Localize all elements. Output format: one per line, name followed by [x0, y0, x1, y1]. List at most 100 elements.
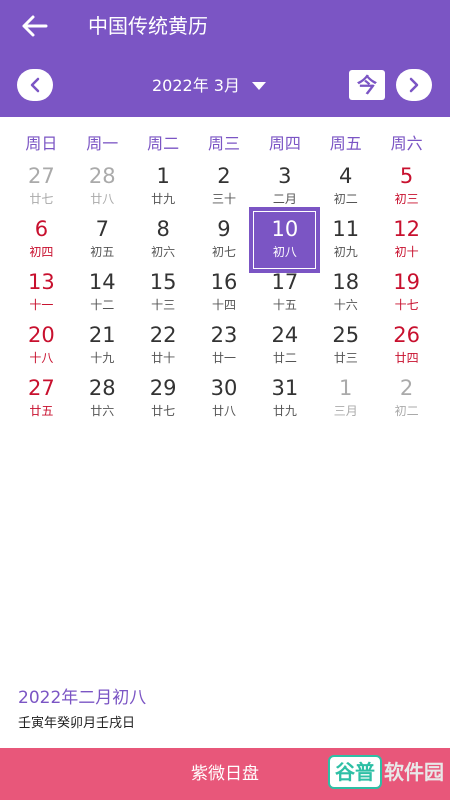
- calendar-day[interactable]: 1 三月: [315, 369, 376, 422]
- day-number: 28: [88, 164, 116, 188]
- calendar-day[interactable]: 7 初五: [72, 210, 133, 263]
- calendar-day[interactable]: 18 十六: [315, 263, 376, 316]
- weekday-header: 周日 周一 周二 周三 周四 周五 周六: [11, 132, 437, 156]
- calendar-day[interactable]: 16 十四: [194, 263, 255, 316]
- calendar-day[interactable]: 28 廿六: [72, 369, 133, 422]
- watermark-text: 软件园: [384, 760, 444, 784]
- calendar-day[interactable]: 17 十五: [254, 263, 315, 316]
- day-number: 26: [393, 323, 420, 347]
- page-title: 中国传统黄历: [88, 14, 208, 38]
- day-number: 23: [210, 323, 238, 347]
- day-number: 29: [149, 376, 177, 400]
- calendar-day[interactable]: 2 三十: [194, 157, 255, 210]
- calendar-day[interactable]: 25 廿三: [315, 316, 376, 369]
- calendar-day[interactable]: 15 十三: [133, 263, 194, 316]
- calendar-day[interactable]: 12 初十: [376, 210, 437, 263]
- day-number: 19: [393, 270, 420, 294]
- lunar-day-label: 廿二: [272, 351, 297, 365]
- calendar-day[interactable]: 4 初二: [315, 157, 376, 210]
- lunar-day-label: 廿七: [29, 192, 54, 206]
- lunar-day-label: 初十: [394, 245, 419, 259]
- calendar-day[interactable]: 31 廿九: [254, 369, 315, 422]
- lunar-day-label: 廿十: [151, 351, 176, 365]
- lunar-day-label: 初八: [272, 245, 297, 259]
- lunar-day-label: 十九: [90, 351, 115, 365]
- calendar-day[interactable]: 26 廿四: [376, 316, 437, 369]
- lunar-date-label: 2022年二月初八: [18, 688, 147, 708]
- calendar-day[interactable]: 8 初六: [133, 210, 194, 263]
- lunar-day-label: 三月: [333, 404, 358, 418]
- calendar-day[interactable]: 1 廿九: [133, 157, 194, 210]
- lunar-day-label: 廿八: [90, 192, 115, 206]
- day-number: 12: [393, 217, 420, 241]
- lunar-day-label: 初四: [29, 245, 54, 259]
- month-label: 2022年 3月: [152, 76, 240, 95]
- weekday-label: 周二: [147, 134, 180, 153]
- calendar-day[interactable]: 27 廿七: [11, 157, 72, 210]
- calendar-day[interactable]: 2 初二: [376, 369, 437, 422]
- app-header: 中国传统黄历 2022年 3月 今: [0, 0, 450, 117]
- calendar-day[interactable]: 29 廿七: [133, 369, 194, 422]
- lunar-day-label: 廿四: [394, 351, 419, 365]
- chevron-right-icon: [409, 77, 419, 93]
- calendar-day[interactable]: 5 初三: [376, 157, 437, 210]
- lunar-day-label: 初三: [394, 192, 419, 206]
- calendar-day[interactable]: 9 初七: [194, 210, 255, 263]
- back-button[interactable]: [18, 10, 50, 42]
- day-number: 5: [399, 164, 414, 188]
- day-number: 1: [156, 164, 170, 188]
- lunar-day-label: 十八: [29, 351, 54, 365]
- chevron-left-icon: [30, 77, 40, 93]
- calendar-day[interactable]: 27 廿五: [11, 369, 72, 422]
- calendar-day[interactable]: 24 廿二: [254, 316, 315, 369]
- weekday-label: 周日: [25, 134, 58, 153]
- day-number: 2: [399, 376, 414, 400]
- calendar-day[interactable]: 21 十九: [72, 316, 133, 369]
- next-month-button[interactable]: [396, 69, 432, 101]
- calendar-day[interactable]: 20 十八: [11, 316, 72, 369]
- calendar-day[interactable]: 13 十一: [11, 263, 72, 316]
- lunar-day-label: 初二: [394, 404, 419, 418]
- day-number: 13: [28, 270, 55, 294]
- lunar-day-label: 廿七: [151, 404, 176, 418]
- lunar-day-label: 廿三: [333, 351, 358, 365]
- calendar-day[interactable]: 6 初四: [11, 210, 72, 263]
- day-number: 20: [28, 323, 55, 347]
- day-number: 9: [217, 217, 231, 241]
- lunar-day-label: 廿六: [90, 404, 115, 418]
- calendar-day[interactable]: 22 廿十: [133, 316, 194, 369]
- day-number: 6: [34, 217, 49, 241]
- lunar-day-label: 廿一: [211, 351, 236, 365]
- lunar-day-label: 二月: [272, 192, 297, 206]
- today-button[interactable]: 今: [349, 70, 385, 100]
- prev-month-button[interactable]: [17, 69, 53, 101]
- lunar-day-label: 十二: [90, 298, 115, 312]
- day-number: 11: [332, 217, 360, 241]
- day-number: 3: [278, 164, 292, 188]
- weekday-label: 周五: [329, 134, 362, 153]
- day-number: 24: [271, 323, 299, 347]
- day-number: 1: [339, 376, 353, 400]
- month-selector[interactable]: 2022年 3月: [152, 74, 266, 98]
- calendar-day[interactable]: 30 廿八: [194, 369, 255, 422]
- watermark-box-text: 谷普: [328, 755, 382, 789]
- calendar-day-selected[interactable]: 10 初八: [251, 209, 319, 271]
- day-number: 2: [217, 164, 231, 188]
- day-number: 17: [271, 270, 299, 294]
- day-number: 8: [156, 217, 170, 241]
- calendar-day[interactable]: 19 十七: [376, 263, 437, 316]
- ziwei-daily-chart-button[interactable]: 紫微日盘 谷普 软件园: [0, 748, 450, 800]
- calendar-day[interactable]: 23 廿一: [194, 316, 255, 369]
- calendar-day[interactable]: 11 初九: [315, 210, 376, 263]
- day-number: 16: [210, 270, 238, 294]
- day-number: 22: [149, 323, 177, 347]
- lunar-day-label: 三十: [211, 192, 236, 206]
- calendar-day[interactable]: 3 二月: [254, 157, 315, 210]
- day-number: 25: [332, 323, 360, 347]
- calendar-day[interactable]: 28 廿八: [72, 157, 133, 210]
- lunar-day-label: 廿九: [272, 404, 297, 418]
- calendar-day[interactable]: 14 十二: [72, 263, 133, 316]
- day-number: 10: [271, 217, 299, 241]
- calendar-grid: 27 廿七 28 廿八 1 廿九 2 三十 3 二月 4 初二 5 初三 6 初四 7 初五 8 初六 9 初七 10 初八 1…: [11, 157, 437, 422]
- weekday-label: 周三: [207, 134, 240, 153]
